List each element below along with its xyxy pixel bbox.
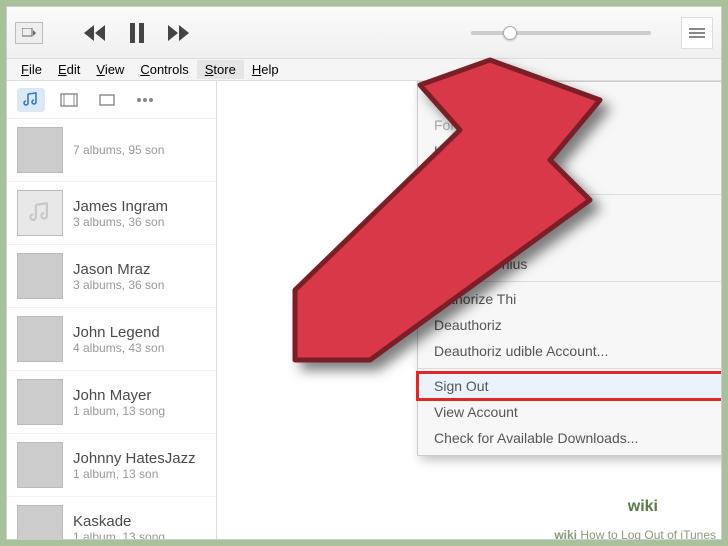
dd-home[interactable]: Hometrl+Shift+H <box>418 138 721 164</box>
next-button[interactable] <box>167 21 191 45</box>
dd-turn-on-match[interactable]: Turn On iTunes Ma <box>418 199 721 225</box>
artist-meta: 1 album, 13 song <box>73 530 165 540</box>
menu-store[interactable]: Store <box>197 60 244 79</box>
wikihow-logo: wiki <box>628 498 658 516</box>
dd-forward[interactable]: ForwardCtrl+] <box>418 112 721 138</box>
dd-view-account[interactable]: View Account <box>418 399 721 425</box>
album-thumb <box>17 442 63 488</box>
watermark-text: wiki How to Log Out of iTunes <box>554 528 716 542</box>
dd-turn-off-genius[interactable]: Turn Off Genius <box>418 225 721 251</box>
artist-row[interactable]: Jason Mraz3 albums, 36 son <box>7 245 216 308</box>
previous-button[interactable] <box>83 21 107 45</box>
viewbar <box>7 81 216 119</box>
menu-file[interactable]: File <box>13 60 50 79</box>
pause-button[interactable] <box>125 21 149 45</box>
slider-thumb[interactable] <box>503 26 517 40</box>
artist-meta: 3 albums, 36 son <box>73 278 164 292</box>
artist-row[interactable]: John Mayer1 album, 13 song <box>7 371 216 434</box>
menu-view[interactable]: View <box>88 60 132 79</box>
artist-name: John Legend <box>73 324 164 341</box>
artist-list[interactable]: 7 albums, 95 sonJames Ingram3 albums, 36… <box>7 119 216 539</box>
dd-update-genius[interactable]: Update Genius <box>418 251 721 277</box>
artist-row[interactable]: Kaskade1 album, 13 song <box>7 497 216 539</box>
artist-row[interactable]: James Ingram3 albums, 36 son <box>7 182 216 245</box>
dd-deauth-audible[interactable]: Deauthoriz udible Account... <box>418 338 721 364</box>
dd-back[interactable]: BackCtrl+[ <box>418 86 721 112</box>
artist-meta: 3 albums, 36 son <box>73 215 168 229</box>
artist-name: John Mayer <box>73 387 165 404</box>
dd-sign-out[interactable]: Sign Out <box>418 373 721 399</box>
artist-meta: 4 albums, 43 son <box>73 341 164 355</box>
album-thumb <box>17 190 63 236</box>
album-thumb <box>17 505 63 539</box>
window-menu-button[interactable] <box>15 22 43 44</box>
artist-name: James Ingram <box>73 198 168 215</box>
artist-name: Jason Mraz <box>73 261 164 278</box>
artist-name: Johnny HatesJazz <box>73 450 196 467</box>
album-thumb <box>17 316 63 362</box>
artist-meta: 7 albums, 95 son <box>73 143 164 157</box>
dd-reload[interactable]: Reload PageCtrl+R <box>418 164 721 190</box>
tv-view-button[interactable] <box>93 88 121 112</box>
album-thumb <box>17 127 63 173</box>
artist-row[interactable]: 7 albums, 95 son <box>7 119 216 182</box>
music-view-button[interactable] <box>17 88 45 112</box>
dd-deauthorize[interactable]: Deauthoriz <box>418 312 721 338</box>
dd-check-downloads[interactable]: Check for Available Downloads... <box>418 425 721 451</box>
list-button[interactable] <box>681 17 713 49</box>
album-thumb <box>17 253 63 299</box>
artist-meta: 1 album, 13 song <box>73 404 165 418</box>
album-thumb <box>17 379 63 425</box>
menu-edit[interactable]: Edit <box>50 60 88 79</box>
sidebar: 7 albums, 95 sonJames Ingram3 albums, 36… <box>7 81 217 539</box>
menu-help[interactable]: Help <box>244 60 287 79</box>
menubar: File Edit View Controls Store Help <box>7 59 721 81</box>
titlebar <box>7 7 721 59</box>
main-pane: 49 min fehous ›Come›You &›Blind›All In B… <box>217 81 721 539</box>
menu-controls[interactable]: Controls <box>132 60 196 79</box>
artist-row[interactable]: Johnny HatesJazz1 album, 13 son <box>7 434 216 497</box>
movies-view-button[interactable] <box>55 88 83 112</box>
more-view-button[interactable] <box>131 88 159 112</box>
artist-meta: 1 album, 13 son <box>73 467 196 481</box>
artist-row[interactable]: John Legend4 albums, 43 son <box>7 308 216 371</box>
store-dropdown: BackCtrl+[ ForwardCtrl+] Hometrl+Shift+H… <box>417 81 721 456</box>
artist-name: Kaskade <box>73 513 165 530</box>
dd-authorize[interactable]: Authorize Thi <box>418 286 721 312</box>
volume-slider[interactable] <box>471 31 651 35</box>
